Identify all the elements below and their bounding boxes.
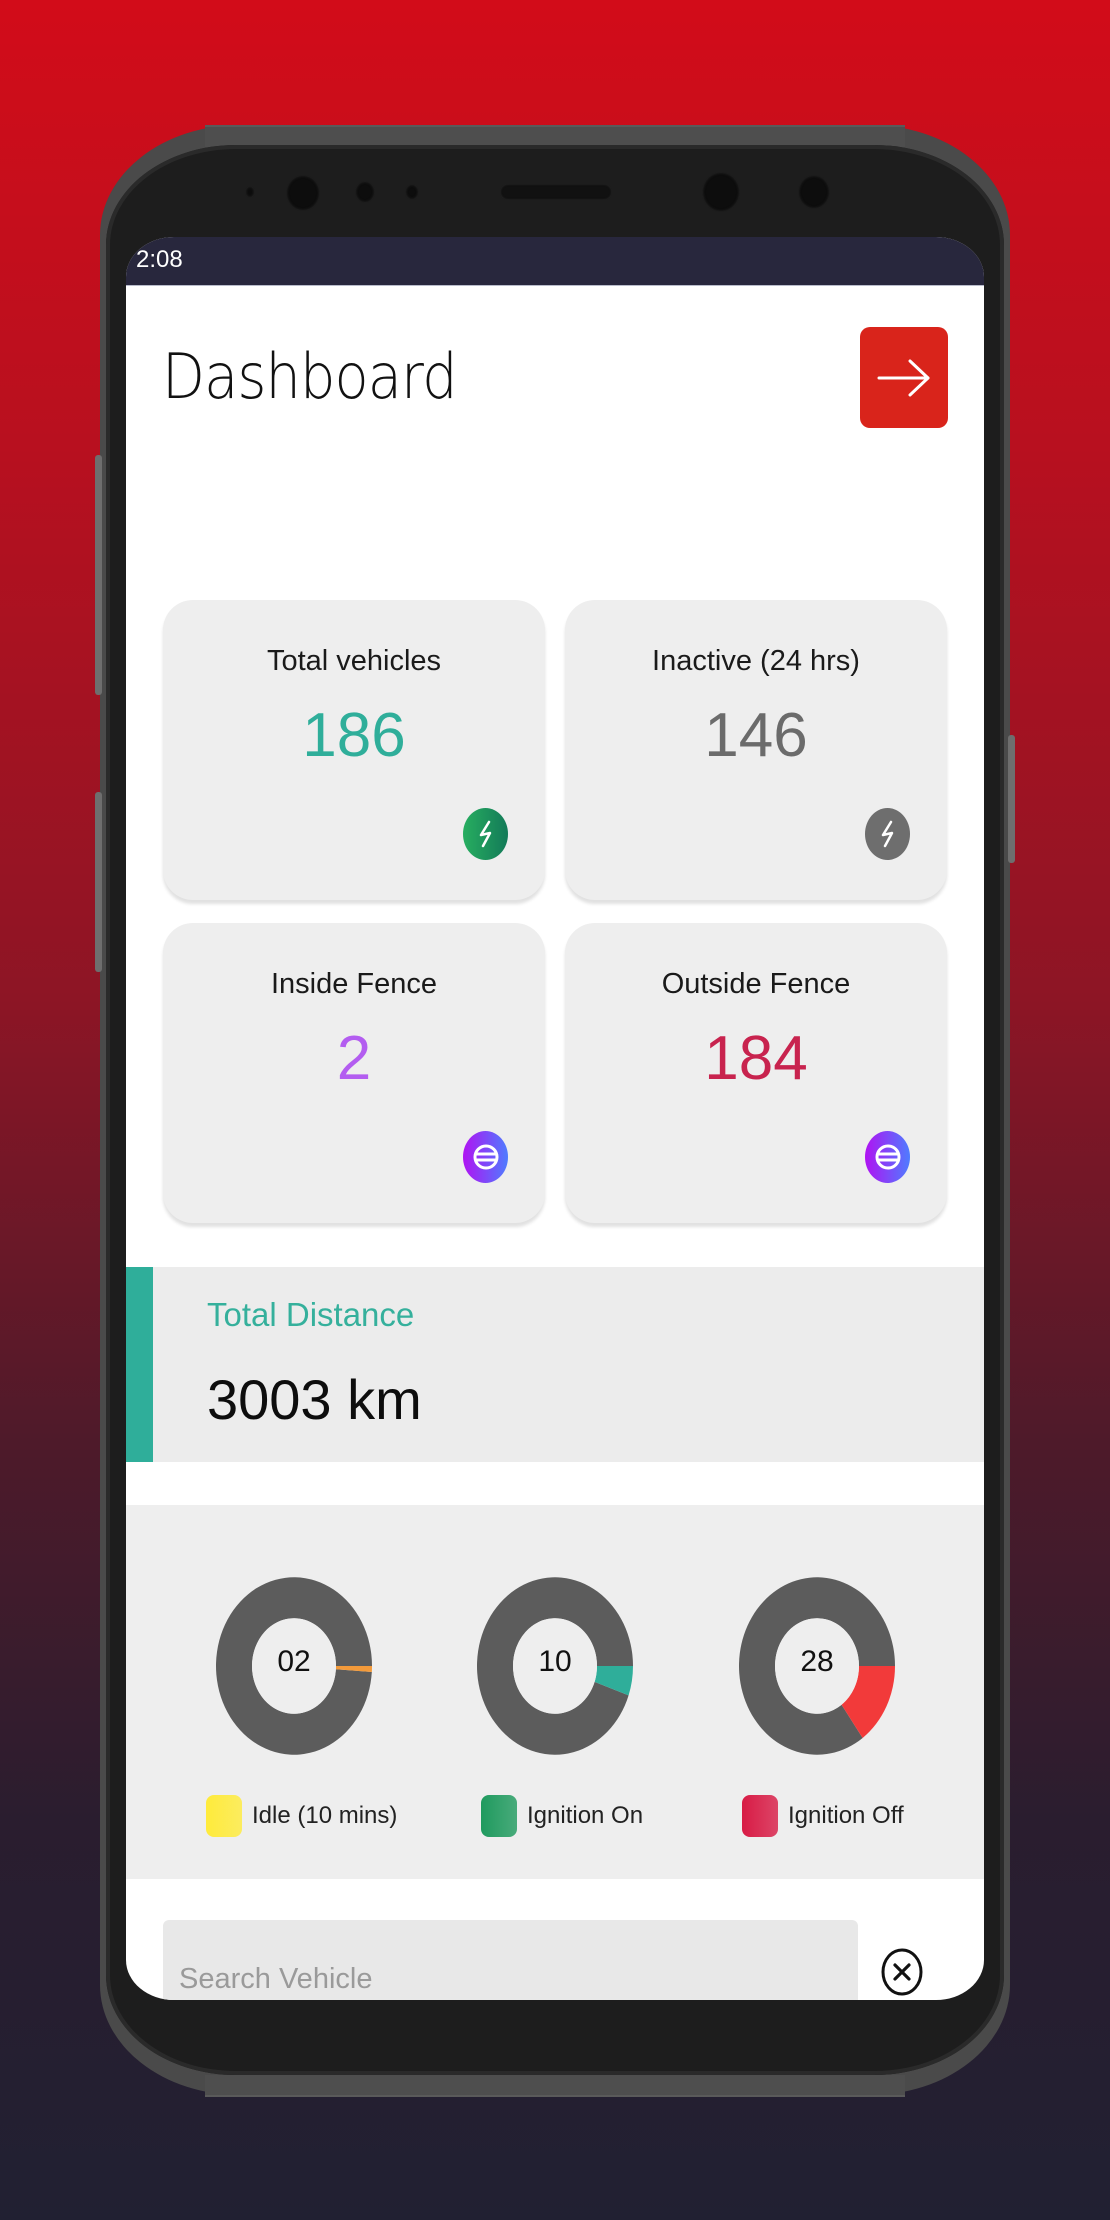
legend-label: Idle (10 mins) <box>252 1802 398 1829</box>
status-time: 2:08 <box>136 246 183 273</box>
power-button <box>1008 735 1015 863</box>
stat-label: Inside Fence <box>270 968 438 1000</box>
arrow-right-icon <box>877 359 930 396</box>
earpiece-speaker <box>500 184 612 200</box>
legend-swatch <box>206 1795 242 1837</box>
search-vehicle-input[interactable] <box>163 1920 858 2000</box>
volume-button <box>95 455 102 695</box>
donut-center-label: 10 <box>538 1645 572 1678</box>
distance-label: Total Distance <box>207 1296 415 1333</box>
legend-ignition-off: Ignition Off <box>742 1795 904 1837</box>
stat-value: 146 <box>704 701 808 770</box>
distance-accent-bar <box>126 1267 153 1462</box>
globe-icon <box>865 1131 910 1183</box>
phone-top-edge <box>205 125 905 147</box>
total-distance-panel: Total Distance 3003 km <box>126 1267 984 1462</box>
iris-scanner <box>798 175 830 209</box>
iris-camera <box>702 172 740 212</box>
bolt-icon <box>865 808 910 860</box>
stat-value: 184 <box>704 1024 808 1093</box>
stat-card-total-vehicles[interactable]: Total vehicles 186 <box>163 600 545 900</box>
phone-bottom-edge <box>205 2075 905 2097</box>
stat-card-inside-fence[interactable]: Inside Fence 2 <box>163 923 545 1223</box>
legend-swatch <box>742 1795 778 1837</box>
stat-card-inactive[interactable]: Inactive (24 hrs) 146 <box>565 600 947 900</box>
legend-idle: Idle (10 mins) <box>206 1795 397 1837</box>
stat-card-outside-fence[interactable]: Outside Fence 184 <box>565 923 947 1223</box>
donut-ignition-on[interactable]: 10 <box>475 1575 635 1757</box>
bolt-icon <box>463 808 508 860</box>
legend-label: Ignition Off <box>788 1802 904 1829</box>
stat-value: 2 <box>336 1024 372 1093</box>
legend-label: Ignition On <box>527 1802 644 1829</box>
status-donut-panel: 02 10 28 Idle (10 mins) Ignition On Igni… <box>126 1505 984 1879</box>
globe-icon <box>463 1131 508 1183</box>
led-sensor <box>405 184 419 200</box>
light-sensor <box>355 181 375 203</box>
close-circle-icon <box>881 1948 923 1996</box>
donut-center-label: 28 <box>800 1645 834 1678</box>
page-title: Dashboard <box>162 340 458 413</box>
donut-ignition-off[interactable]: 28 <box>737 1575 897 1757</box>
logout-button[interactable] <box>860 327 948 428</box>
distance-value: 3003 km <box>207 1368 422 1431</box>
proximity-sensor <box>245 186 255 198</box>
legend-ignition-on: Ignition On <box>481 1795 643 1837</box>
app-screen: 2:08 Dashboard Total vehicles 186 Inacti… <box>126 237 984 2000</box>
bixby-button <box>95 792 102 972</box>
stat-label: Inactive (24 hrs) <box>652 645 860 677</box>
clear-search-button[interactable] <box>881 1948 923 1996</box>
status-bar: 2:08 <box>126 237 984 286</box>
stat-label: Outside Fence <box>661 968 851 1000</box>
front-camera <box>286 175 320 211</box>
stat-label: Total vehicles <box>266 645 442 677</box>
donut-center-label: 02 <box>277 1645 311 1678</box>
stat-value: 186 <box>302 701 406 770</box>
legend-swatch <box>481 1795 517 1837</box>
donut-idle[interactable]: 02 <box>214 1575 374 1757</box>
